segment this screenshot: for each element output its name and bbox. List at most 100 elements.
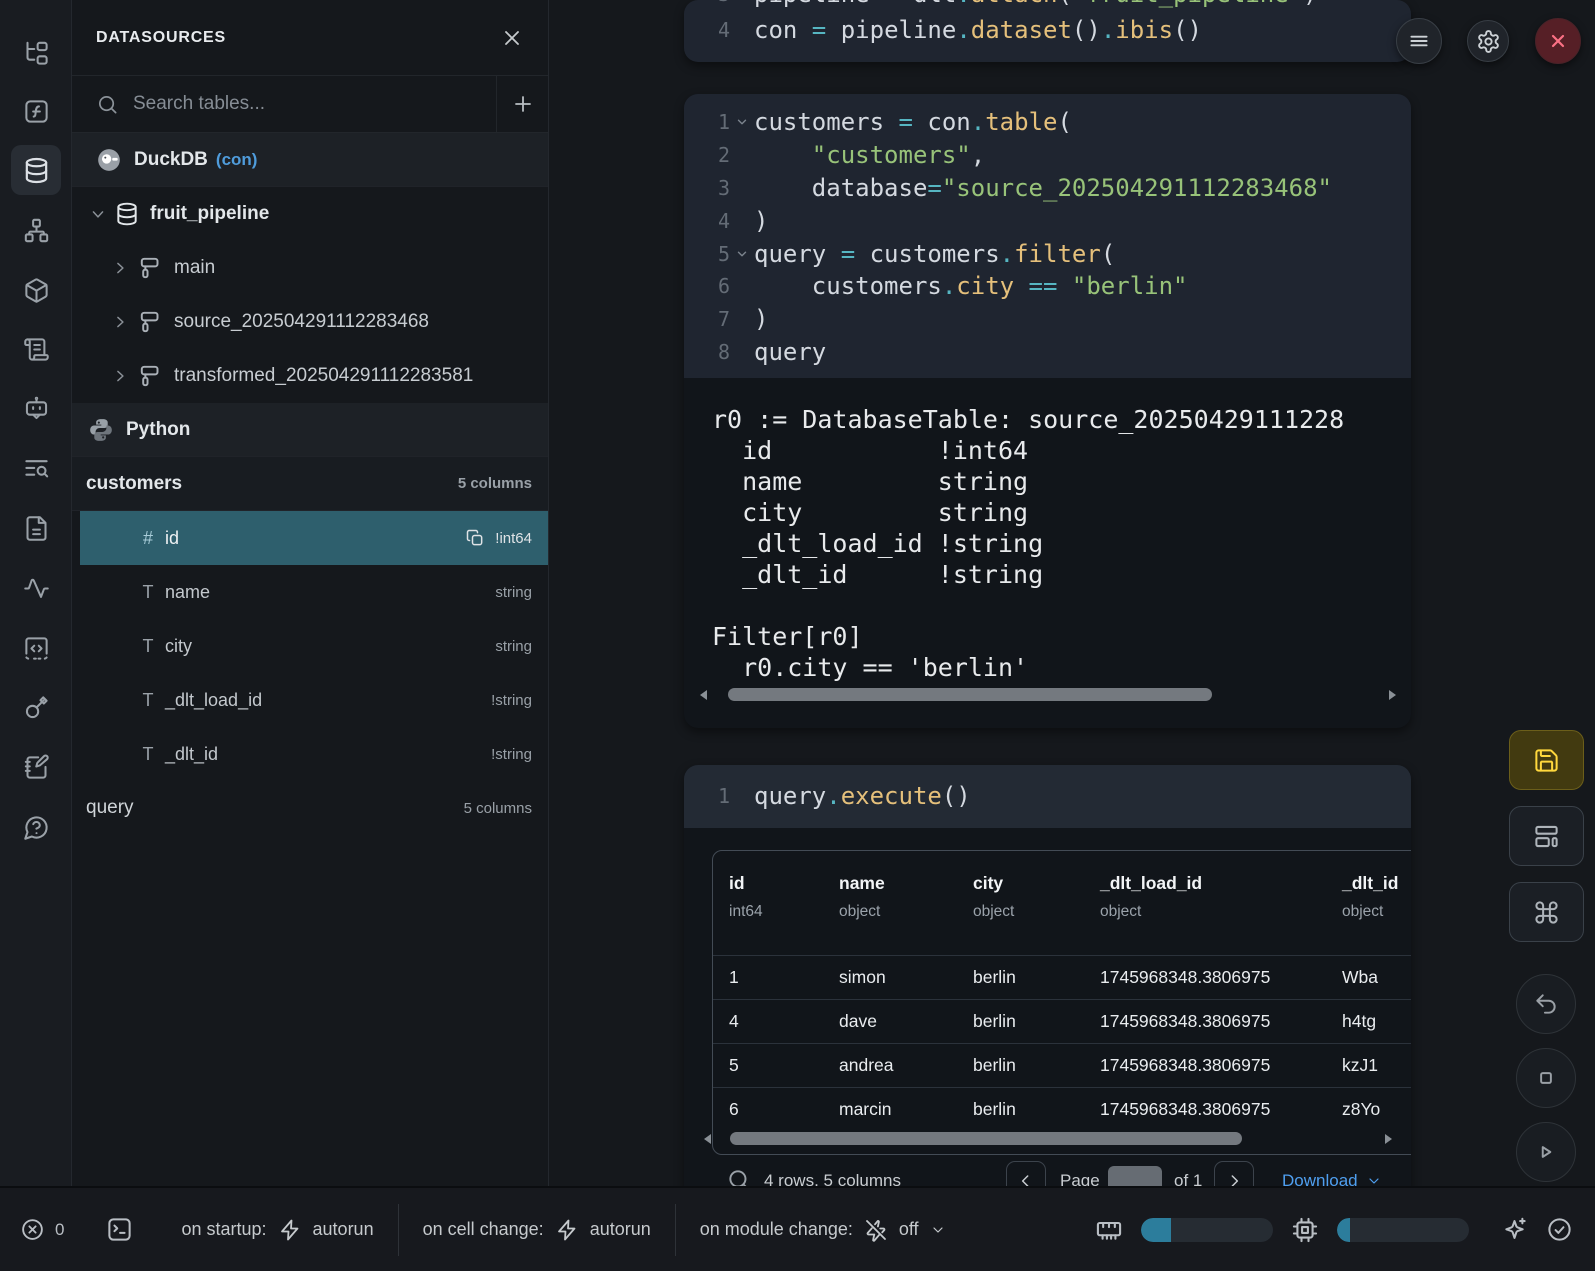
code-cell-3[interactable]: 1query.execute() idint64nameobjectcityob… bbox=[684, 765, 1411, 1186]
column-id[interactable]: # id !int64 bbox=[80, 511, 548, 565]
status-on-module-change[interactable]: on module change: off bbox=[675, 1204, 970, 1256]
table-hscrollbar[interactable] bbox=[718, 1132, 1378, 1146]
column-city[interactable]: T city string bbox=[80, 619, 548, 673]
section-python[interactable]: Python bbox=[72, 403, 548, 457]
page-number-select[interactable] bbox=[1108, 1166, 1162, 1186]
code-line-1[interactable]: 1customers = con.table( bbox=[696, 106, 1411, 139]
table-search-icon[interactable] bbox=[726, 1167, 752, 1186]
schema-source_202504291112283468[interactable]: source_202504291112283468 bbox=[72, 295, 548, 349]
activity-secrets-icon[interactable] bbox=[11, 682, 61, 732]
terminal-button[interactable] bbox=[106, 1216, 133, 1243]
result-col-dtype: int64 bbox=[729, 903, 763, 921]
activity-search-icon[interactable] bbox=[11, 443, 61, 493]
run-button[interactable] bbox=[1516, 1122, 1576, 1182]
connection-status-icon[interactable] bbox=[1546, 1216, 1573, 1243]
result-cell: berlin bbox=[973, 967, 1016, 988]
search-input[interactable] bbox=[133, 93, 496, 115]
layout-toggle-button[interactable] bbox=[1509, 806, 1584, 866]
column-_dlt_id[interactable]: T _dlt_id !string bbox=[80, 727, 548, 781]
code-line-2[interactable]: 2 "customers", bbox=[696, 139, 1411, 172]
code-line-8[interactable]: 8query bbox=[696, 336, 1411, 369]
next-page-button[interactable] bbox=[1214, 1161, 1254, 1186]
activity-file-explorer-icon[interactable] bbox=[11, 28, 61, 78]
zap-icon bbox=[555, 1218, 579, 1242]
result-col-_dlt_id[interactable]: _dlt_id bbox=[1342, 873, 1398, 894]
code-cell-2[interactable]: 1customers = con.table(2 "customers",3 d… bbox=[684, 94, 1411, 728]
result-cell: berlin bbox=[973, 1099, 1016, 1120]
result-cell: dave bbox=[839, 1011, 877, 1032]
page-label: Page bbox=[1060, 1171, 1100, 1186]
activity-datasources-icon[interactable] bbox=[11, 145, 61, 195]
code-line-7[interactable]: 7) bbox=[696, 303, 1411, 336]
scroll-left-icon[interactable] bbox=[700, 690, 707, 700]
database-fruit-pipeline[interactable]: fruit_pipeline bbox=[72, 187, 548, 241]
error-count: 0 bbox=[55, 1220, 64, 1240]
settings-button[interactable] bbox=[1467, 20, 1509, 62]
result-cell: 1745968348.3806975 bbox=[1100, 967, 1270, 988]
schema-transformed_202504291112283581[interactable]: transformed_202504291112283581 bbox=[72, 349, 548, 403]
code-line-4[interactable]: 4) bbox=[696, 204, 1411, 237]
ram-icon bbox=[1095, 1216, 1123, 1244]
activity-packages-icon[interactable] bbox=[11, 265, 61, 315]
activity-variables-icon[interactable] bbox=[11, 86, 61, 136]
cpu-usage-meter bbox=[1337, 1218, 1469, 1242]
cell-3-editor[interactable]: 1query.execute() bbox=[684, 765, 1411, 828]
code-line-1[interactable]: 1query.execute() bbox=[696, 779, 1411, 813]
code-line-6[interactable]: 6 customers.city == "berlin" bbox=[696, 270, 1411, 303]
row-count-label: 4 rows, 5 columns bbox=[764, 1171, 901, 1186]
result-col-city[interactable]: city bbox=[973, 873, 1003, 894]
save-button[interactable] bbox=[1509, 730, 1584, 790]
scroll-right-icon[interactable] bbox=[1385, 1134, 1392, 1144]
result-col-dtype: object bbox=[1342, 903, 1383, 921]
code-cell-1[interactable]: 3pipeline = dlt.attach("fruit_pipeline")… bbox=[684, 0, 1411, 62]
add-datasource-button[interactable] bbox=[496, 76, 548, 132]
status-on-startup[interactable]: on startup: autorun bbox=[157, 1204, 397, 1256]
number-type-icon: # bbox=[135, 528, 161, 549]
scroll-right-icon[interactable] bbox=[1389, 690, 1396, 700]
activity-logs-icon[interactable] bbox=[11, 324, 61, 374]
prev-page-button[interactable] bbox=[1006, 1161, 1046, 1186]
undo-button[interactable] bbox=[1516, 974, 1576, 1034]
stop-button[interactable] bbox=[1516, 1048, 1576, 1108]
connection-duckdb[interactable]: DuckDB (con) bbox=[72, 133, 548, 187]
text-type-icon: T bbox=[135, 744, 161, 765]
column-name[interactable]: T name string bbox=[80, 565, 548, 619]
scrollbar-thumb[interactable] bbox=[730, 1132, 1242, 1145]
result-col-_dlt_load_id[interactable]: _dlt_load_id bbox=[1100, 873, 1202, 894]
table-customers[interactable]: customers 5 columns bbox=[72, 457, 548, 511]
table-query[interactable]: query 5 columns bbox=[72, 781, 548, 835]
scrollbar-thumb[interactable] bbox=[728, 688, 1212, 701]
code-line-3[interactable]: 3pipeline = dlt.attach("fruit_pipeline") bbox=[696, 0, 1411, 12]
activity-tracing-icon[interactable] bbox=[11, 563, 61, 613]
ai-sparkles-icon[interactable] bbox=[1501, 1216, 1528, 1243]
activity-dependency-graph-icon[interactable] bbox=[11, 205, 61, 255]
code-line-5[interactable]: 5query = customers.filter( bbox=[696, 237, 1411, 270]
activity-snippets-icon[interactable] bbox=[11, 623, 61, 673]
activity-documentation-icon[interactable] bbox=[11, 503, 61, 553]
status-bar: 0 on startup: autorun on cell change: au… bbox=[0, 1186, 1595, 1271]
fold-chevron-icon[interactable] bbox=[730, 115, 754, 129]
result-col-name[interactable]: name bbox=[839, 873, 885, 894]
panel-title: DATASOURCES bbox=[96, 29, 226, 47]
shutdown-button[interactable] bbox=[1535, 18, 1581, 64]
result-cell: marcin bbox=[839, 1099, 892, 1120]
output-hscrollbar[interactable] bbox=[714, 688, 1382, 702]
activity-help-icon[interactable] bbox=[11, 802, 61, 852]
result-col-id[interactable]: id bbox=[729, 873, 745, 894]
fold-chevron-icon[interactable] bbox=[730, 247, 754, 261]
close-icon[interactable] bbox=[498, 24, 526, 52]
command-palette-button[interactable] bbox=[1509, 882, 1584, 942]
code-line-3[interactable]: 3 database="source_202504291112283468" bbox=[696, 172, 1411, 205]
status-on-cell-change[interactable]: on cell change: autorun bbox=[398, 1204, 675, 1256]
schema-main[interactable]: main bbox=[72, 241, 548, 295]
errors-icon[interactable] bbox=[20, 1217, 45, 1242]
activity-ai-chat-icon[interactable] bbox=[11, 383, 61, 433]
copy-icon[interactable] bbox=[465, 528, 485, 548]
code-line-4[interactable]: 4con = pipeline.dataset().ibis() bbox=[696, 12, 1411, 48]
column-_dlt_load_id[interactable]: T _dlt_load_id !string bbox=[80, 673, 548, 727]
scroll-left-icon[interactable] bbox=[704, 1134, 711, 1144]
download-link[interactable]: Download bbox=[1282, 1171, 1382, 1186]
cell-2-editor[interactable]: 1customers = con.table(2 "customers",3 d… bbox=[684, 94, 1411, 378]
activity-scratchpad-icon[interactable] bbox=[11, 742, 61, 792]
cell-menu-button[interactable] bbox=[1396, 18, 1442, 64]
